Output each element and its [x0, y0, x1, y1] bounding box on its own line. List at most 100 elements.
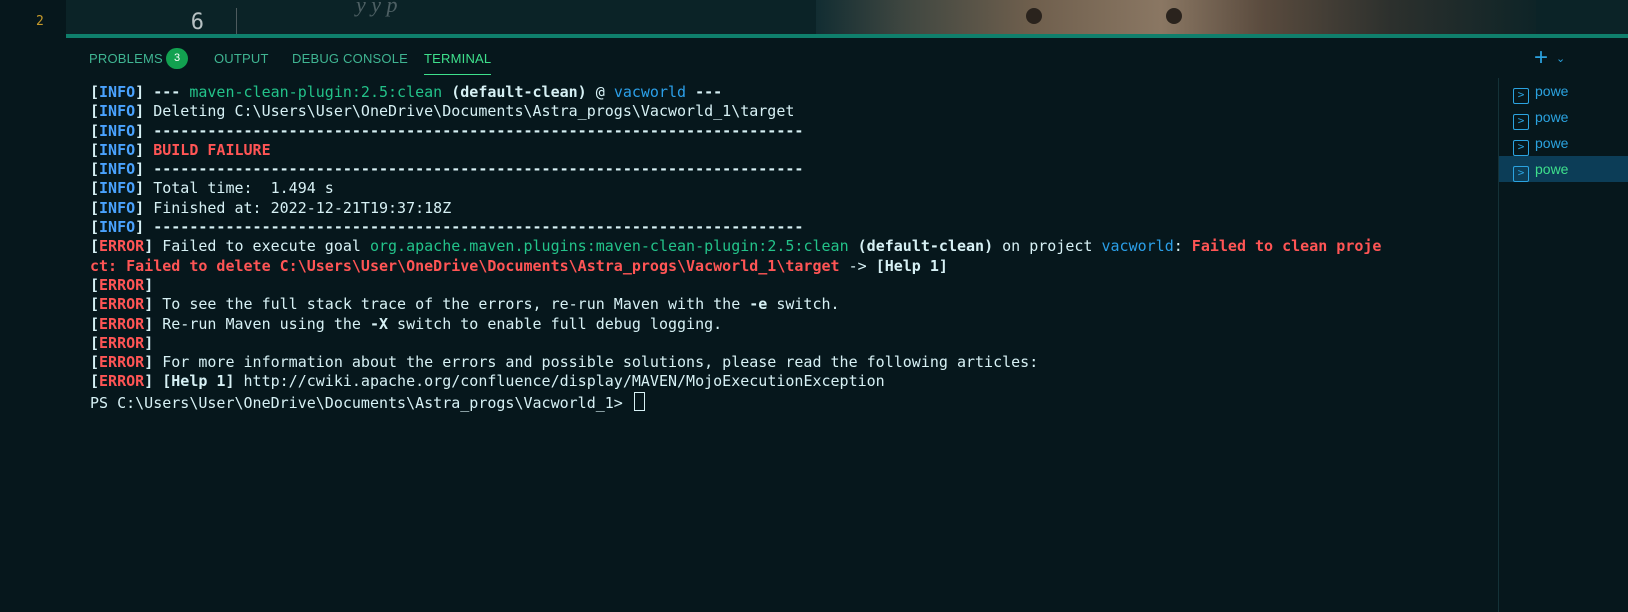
terminal-text: Total time: 1.494 s	[153, 179, 334, 198]
terminal-line: [INFO] ---------------------------------…	[90, 122, 1490, 141]
terminal-line: [INFO] --- maven-clean-plugin:2.5:clean …	[90, 83, 1490, 102]
tab-problems[interactable]: PROBLEMS	[89, 51, 163, 66]
terminal-text: ---	[686, 83, 723, 101]
terminal-text: [	[90, 333, 100, 352]
terminal-text: ERROR	[99, 295, 145, 314]
terminal-text: BUILD FAILURE	[153, 140, 271, 159]
terminal-line: [INFO] Total time: 1.494 s	[90, 179, 1490, 198]
terminal-text: ]	[144, 333, 154, 352]
terminal-text: ]	[135, 160, 154, 179]
terminal-text: ]	[135, 121, 154, 140]
terminal-line: PS C:\Users\User\OneDrive\Documents\Astr…	[90, 391, 1490, 412]
terminal-line: [INFO] Finished at: 2022-12-21T19:37:18Z	[90, 199, 1490, 218]
terminal-text: [	[90, 179, 100, 198]
terminal-text: ERROR	[99, 372, 145, 391]
activity-gutter: 2	[0, 0, 67, 612]
editor-area: 6 y y p	[66, 0, 1628, 34]
terminal-list-item[interactable]: > powe	[1499, 78, 1628, 104]
background-image	[816, 0, 1536, 34]
terminal-line: [ERROR] To see the full stack trace of t…	[90, 295, 1490, 314]
terminal-text: Deleting C:\Users\User\OneDrive\Document…	[153, 102, 795, 121]
terminal-text: [	[90, 237, 100, 256]
terminal-icon: >	[1513, 88, 1529, 104]
terminal-text: ]	[144, 237, 163, 256]
terminal-text: ]	[135, 140, 154, 159]
terminal-text: ]	[135, 102, 154, 121]
terminal-text: INFO	[99, 83, 136, 101]
terminal-line: [ERROR]	[90, 276, 1490, 295]
terminal-text: For more information about the errors an…	[162, 353, 1039, 372]
tab-debug-console[interactable]: DEBUG CONSOLE	[292, 51, 408, 66]
terminal-text: INFO	[99, 140, 136, 159]
terminal-text: INFO	[99, 179, 136, 198]
bottom-panel: PROBLEMS 3 OUTPUT DEBUG CONSOLE TERMINAL…	[66, 38, 1628, 612]
terminal-list-item-active[interactable]: > powe	[1499, 156, 1628, 182]
problems-count-badge: 3	[166, 48, 188, 69]
tab-terminal[interactable]: TERMINAL	[424, 51, 492, 75]
terminal-text: vacworld	[1101, 237, 1174, 256]
terminal-text: :	[1173, 237, 1192, 256]
terminal-text: [	[90, 275, 100, 294]
terminal-output[interactable]: [INFO] --- maven-clean-plugin:2.5:clean …	[90, 83, 1490, 412]
terminal-text: ]	[144, 275, 154, 294]
line-number: 2	[36, 14, 44, 29]
terminal-text: vacworld	[613, 83, 687, 101]
terminal-text: org.apache.maven.plugins:maven-clean-plu…	[369, 237, 849, 256]
terminal-line: [ERROR] Re-run Maven using the -X switch…	[90, 315, 1490, 334]
terminal-text: [	[90, 198, 100, 217]
terminal-icon: >	[1513, 140, 1529, 156]
terminal-line: [INFO] ---------------------------------…	[90, 160, 1490, 179]
terminal-text: ]	[144, 314, 163, 333]
terminal-text: [Help 1]	[875, 256, 948, 275]
terminal-text: ]	[144, 372, 163, 391]
terminal-text: switch to enable full debug logging.	[388, 314, 723, 333]
plus-icon[interactable]: +	[1534, 46, 1548, 70]
terminal-text: ]	[135, 179, 154, 198]
terminal-text: (default-clean)	[848, 237, 994, 256]
terminal-text: (default-clean)	[442, 83, 587, 101]
terminal-cursor	[633, 391, 645, 411]
terminal-line: ct: Failed to delete C:\Users\User\OneDr…	[90, 257, 1490, 276]
terminal-label: powe	[1535, 135, 1569, 151]
terminal-list-item[interactable]: > powe	[1499, 130, 1628, 156]
terminal-text: [Help 1]	[162, 372, 235, 391]
terminal-text: ERROR	[99, 314, 145, 333]
terminal-text: ->	[839, 256, 876, 275]
terminal-text: [	[90, 102, 100, 121]
terminal-text: @	[586, 83, 614, 101]
terminal-text: [	[90, 353, 100, 372]
terminal-text: INFO	[99, 198, 136, 217]
tab-output[interactable]: OUTPUT	[214, 51, 269, 66]
terminal-text: INFO	[99, 102, 136, 121]
terminal-text: [	[90, 160, 100, 179]
terminal-text: [	[90, 83, 100, 101]
terminal-text: ]	[135, 198, 154, 217]
terminal-text: INFO	[99, 121, 136, 140]
terminal-text: on project	[993, 237, 1102, 256]
terminal-text: [	[90, 218, 100, 237]
panel-tabs: PROBLEMS 3 OUTPUT DEBUG CONSOLE TERMINAL	[66, 38, 1496, 78]
terminal-label: powe	[1535, 109, 1569, 125]
terminal-line: [ERROR] Failed to execute goal org.apach…	[90, 237, 1490, 256]
terminal-text: INFO	[99, 160, 136, 179]
terminal-text: [	[90, 121, 100, 140]
terminal-text: switch.	[767, 295, 840, 314]
terminal-text: [	[90, 295, 100, 314]
terminal-list-item[interactable]: > powe	[1499, 104, 1628, 130]
terminal-text: INFO	[99, 218, 136, 237]
terminal-text: ---	[153, 83, 190, 101]
terminal-label: powe	[1535, 83, 1569, 99]
terminal-text: ERROR	[99, 353, 145, 372]
terminal-text: ct: Failed to delete C:\Users\User\OneDr…	[90, 256, 840, 275]
chevron-down-icon[interactable]: ⌄	[1556, 52, 1565, 65]
terminal-text: ----------------------------------------…	[153, 160, 804, 179]
terminal-label: powe	[1535, 161, 1569, 177]
terminal-text: Finished at: 2022-12-21T19:37:18Z	[153, 198, 452, 217]
terminal-text: PS C:\Users\User\OneDrive\Documents\Astr…	[90, 393, 632, 412]
terminal-icon: >	[1513, 114, 1529, 130]
editor-line-number: 6	[190, 10, 204, 34]
terminal-text: ----------------------------------------…	[153, 218, 804, 237]
terminal-text: Failed to execute goal	[162, 237, 370, 256]
editor-gutter: 6	[126, 8, 237, 34]
terminal-text: ]	[135, 83, 154, 101]
